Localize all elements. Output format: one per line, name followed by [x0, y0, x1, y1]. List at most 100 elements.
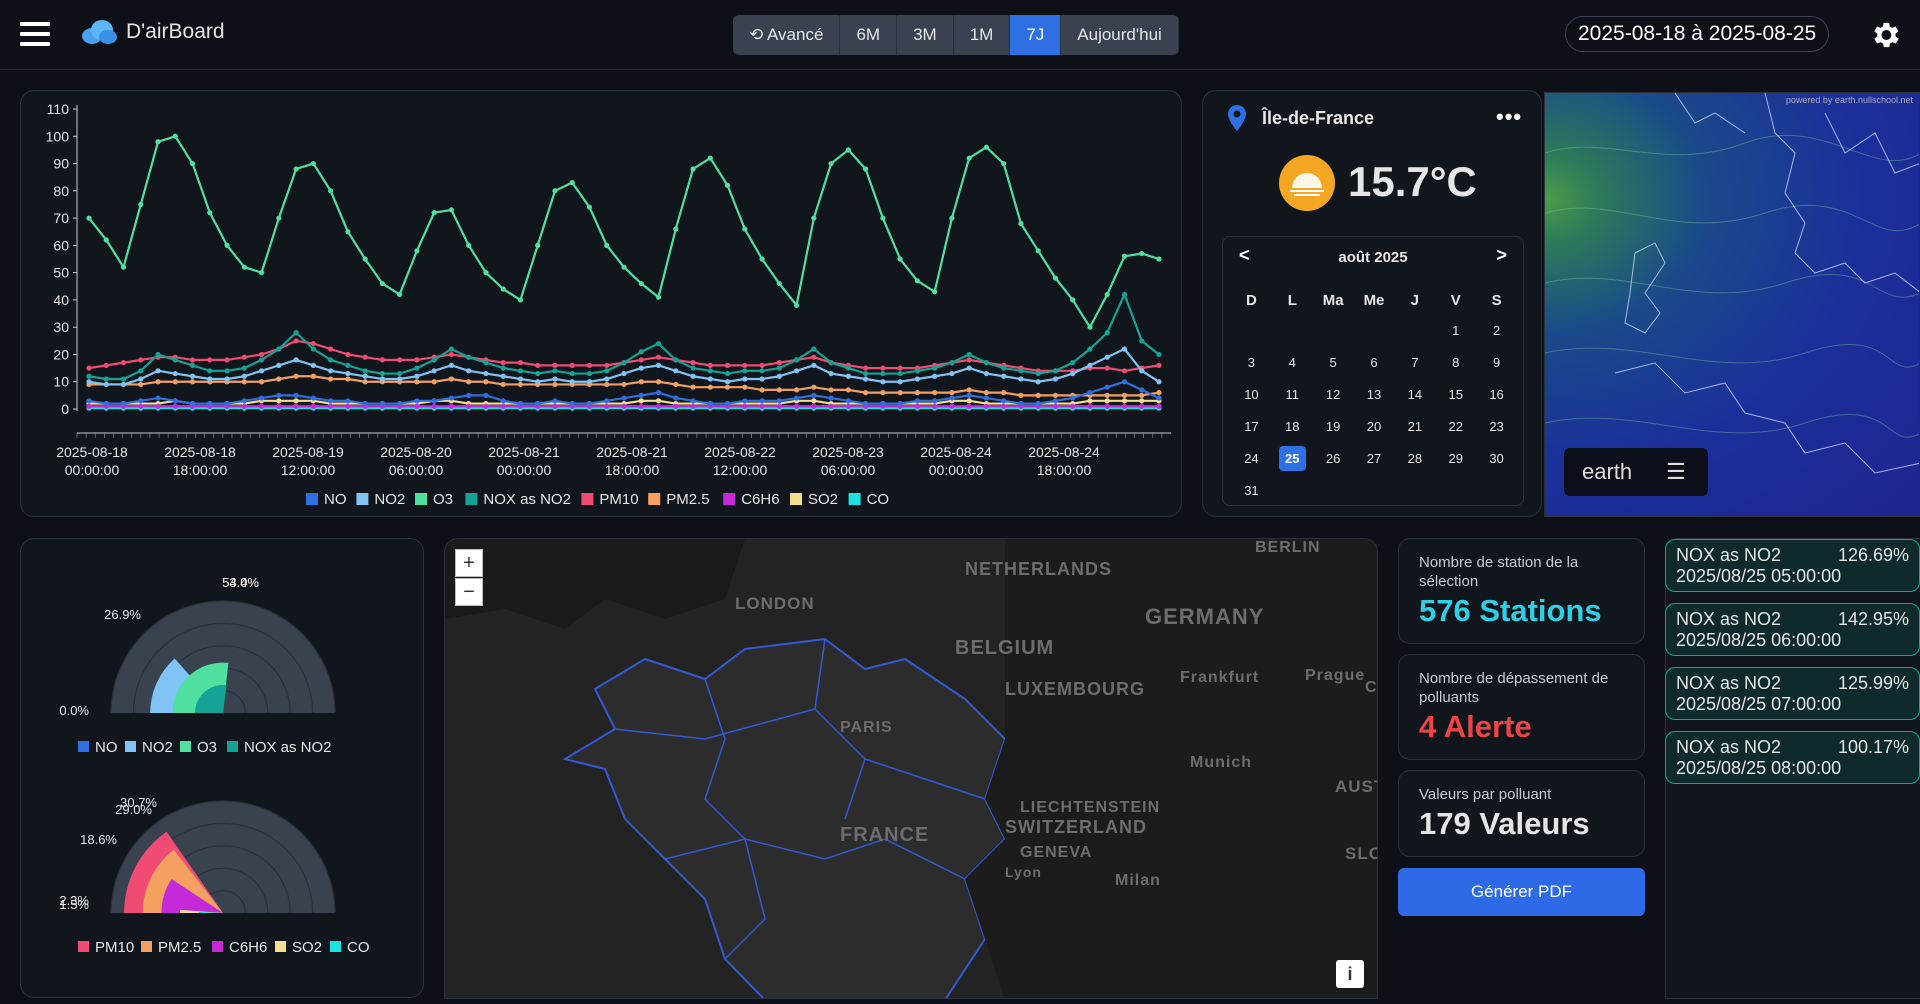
station-map[interactable]: NETHERLANDS BERLIN LONDON GERMANY BELGIUM Fra…	[444, 538, 1378, 999]
data-point	[742, 376, 748, 382]
calendar-day-header: D	[1246, 292, 1257, 309]
calendar-day[interactable]: 12	[1313, 379, 1354, 411]
legend-label[interactable]: NO	[324, 491, 347, 508]
calendar-day[interactable]: 14	[1394, 379, 1435, 411]
calendar-day[interactable]: 25	[1272, 443, 1313, 475]
calendar-day[interactable]: 13	[1354, 379, 1395, 411]
legend-label[interactable]: CO	[347, 939, 370, 956]
calendar-day[interactable]: 4	[1272, 347, 1313, 379]
legend-swatch	[415, 493, 427, 505]
data-point	[621, 395, 627, 401]
alert-pollutant: NOX as NO2	[1676, 737, 1782, 757]
map-info-button[interactable]: i	[1336, 960, 1364, 988]
calendar-day[interactable]: 19	[1313, 411, 1354, 443]
legend-label[interactable]: NO	[95, 739, 118, 756]
gear-icon[interactable]	[1868, 18, 1902, 52]
date-range-picker[interactable]: 2025-08-18 à 2025-08-25	[1565, 16, 1830, 52]
legend-label[interactable]: C6H6	[741, 491, 779, 508]
data-point	[345, 376, 351, 382]
calendar-day[interactable]: 5	[1313, 347, 1354, 379]
legend-swatch	[141, 941, 152, 952]
data-point	[379, 370, 385, 377]
earth-menu-button[interactable]: earth ☰	[1564, 448, 1708, 496]
data-point	[535, 242, 541, 248]
calendar-day[interactable]: 18	[1272, 411, 1313, 443]
series-line-noxasno2	[88, 291, 1160, 381]
more-options-icon[interactable]: •••	[1496, 104, 1522, 130]
calendar-day[interactable]: 8	[1435, 347, 1476, 379]
data-point	[103, 237, 109, 243]
menu-icon[interactable]	[20, 22, 50, 46]
legend-label[interactable]: SO2	[292, 939, 322, 956]
data-point	[983, 360, 990, 366]
data-point	[120, 381, 127, 388]
alert-item[interactable]: NOX as NO2 125.99% 2025/08/25 07:00:00	[1665, 667, 1920, 720]
legend-label[interactable]: NOX as NO2	[244, 739, 332, 756]
legend-label[interactable]: O3	[197, 739, 217, 756]
range-button-7j[interactable]: 7J	[1010, 15, 1062, 55]
calendar-day[interactable]: 21	[1394, 411, 1435, 443]
data-point	[1087, 403, 1093, 409]
legend-label[interactable]: PM10	[95, 939, 134, 956]
map-zoom-out-button[interactable]: −	[455, 578, 483, 606]
range-button-3m[interactable]: 3M	[897, 15, 954, 55]
legend-label[interactable]: SO2	[808, 491, 838, 508]
calendar-day[interactable]: 3	[1231, 347, 1272, 379]
data-point	[120, 360, 127, 366]
data-point	[914, 398, 920, 404]
calendar-day[interactable]: 17	[1231, 411, 1272, 443]
calendar-day[interactable]: 6	[1354, 347, 1395, 379]
legend-label[interactable]: CO	[867, 491, 890, 508]
range-button-aujourdhui[interactable]: Aujourd'hui	[1061, 15, 1179, 55]
data-point	[1001, 390, 1007, 396]
calendar-day[interactable]: 16	[1476, 379, 1517, 411]
range-button-avanc[interactable]: ⟲ Avancé	[733, 15, 841, 55]
calendar-day[interactable]: 31	[1231, 475, 1272, 507]
earth-credit: powered by earth.nullschool.net	[1785, 95, 1913, 105]
legend-label[interactable]: C6H6	[229, 939, 267, 956]
alert-item[interactable]: NOX as NO2 142.95% 2025/08/25 06:00:00	[1665, 603, 1920, 656]
alert-item[interactable]: NOX as NO2 126.69% 2025/08/25 05:00:00	[1665, 539, 1920, 592]
data-point	[258, 351, 265, 358]
calendar-day[interactable]: 1	[1435, 315, 1476, 347]
legend-label[interactable]: O3	[433, 491, 453, 508]
range-button-6m[interactable]: 6M	[840, 15, 898, 55]
legend-label[interactable]: PM2.5	[158, 939, 201, 956]
data-point	[310, 346, 316, 352]
calendar-day[interactable]: 24	[1231, 443, 1272, 475]
data-point	[897, 365, 903, 371]
legend-label[interactable]: NOX as NO2	[483, 491, 571, 508]
calendar-month: août 2025	[1338, 249, 1408, 266]
calendar-day[interactable]: 26	[1313, 443, 1354, 475]
legend-label[interactable]: PM2.5	[666, 491, 709, 508]
range-button-1m[interactable]: 1M	[954, 15, 1011, 55]
calendar-next-button[interactable]: >	[1496, 245, 1507, 266]
legend-label[interactable]: NO2	[142, 739, 173, 756]
legend-label[interactable]: PM10	[599, 491, 638, 508]
data-point	[863, 376, 869, 382]
data-point	[207, 210, 213, 216]
legend-swatch	[790, 493, 802, 505]
calendar-day[interactable]: 9	[1476, 347, 1517, 379]
alert-item[interactable]: NOX as NO2 100.17% 2025/08/25 08:00:00	[1665, 731, 1920, 784]
data-point	[310, 340, 316, 347]
data-point	[86, 403, 92, 409]
data-point	[1121, 398, 1128, 404]
calendar-day[interactable]: 15	[1435, 379, 1476, 411]
calendar-day[interactable]: 11	[1272, 379, 1313, 411]
calendar-day[interactable]: 10	[1231, 379, 1272, 411]
calendar-day[interactable]: 7	[1394, 347, 1435, 379]
legend-swatch	[723, 493, 736, 505]
calendar-day[interactable]: 20	[1354, 411, 1395, 443]
calendar-day[interactable]: 27	[1354, 443, 1395, 475]
legend-label[interactable]: NO2	[374, 491, 405, 508]
calendar-day[interactable]: 2	[1476, 315, 1517, 347]
calendar-day[interactable]: 29	[1435, 443, 1476, 475]
calendar-day[interactable]: 23	[1476, 411, 1517, 443]
calendar-day[interactable]: 22	[1435, 411, 1476, 443]
data-point	[1052, 398, 1059, 404]
map-zoom-in-button[interactable]: +	[455, 549, 483, 577]
calendar-day[interactable]: 30	[1476, 443, 1517, 475]
calendar-day[interactable]: 28	[1394, 443, 1435, 475]
generate-pdf-button[interactable]: Générer PDF	[1398, 868, 1645, 916]
